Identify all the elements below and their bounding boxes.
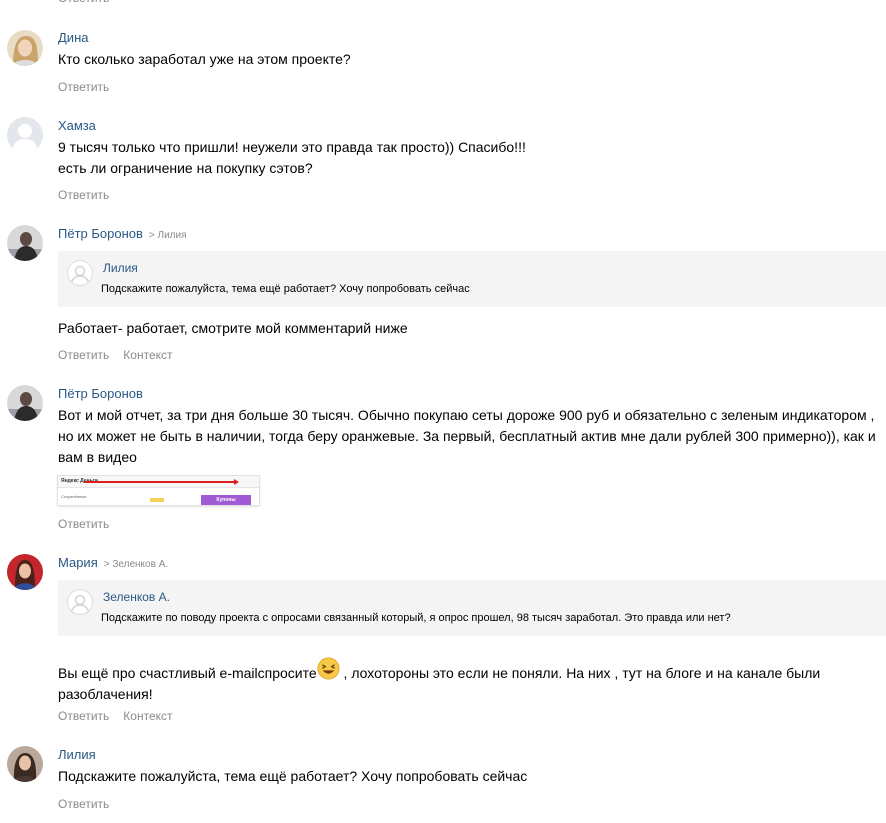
context-link[interactable]: Контекст — [123, 348, 172, 362]
screenshot-indicator — [150, 498, 164, 502]
comment-text: 9 тысяч только что пришли! неужели это п… — [58, 139, 526, 155]
comment-text: есть ли ограничение на покупку сэтов? — [58, 160, 313, 176]
avatar[interactable] — [7, 746, 43, 782]
comment-author-name[interactable]: Мария — [58, 555, 98, 570]
quoted-comment[interactable]: Зеленков А. Подскажите по поводу проекта… — [58, 580, 886, 636]
comment-text: Кто сколько заработал уже на этом проект… — [58, 51, 351, 67]
reply-link[interactable]: Ответить — [58, 709, 109, 723]
comment-author[interactable]: Пётр Боронов — [58, 386, 143, 402]
quoted-comment[interactable]: Лилия Подскажите пожалуйста, тема ещё ра… — [58, 251, 886, 307]
reply-to-label[interactable]: > Зеленков А. — [104, 559, 168, 570]
comment-author[interactable]: Пётр Боронов > Лилия — [58, 226, 187, 244]
arrow-icon — [84, 481, 236, 483]
reply-link[interactable]: Ответить — [58, 348, 109, 362]
comment-author-name[interactable]: Пётр Боронов — [58, 226, 143, 241]
quote-author[interactable]: Зеленков А. — [103, 590, 170, 604]
attached-screenshot[interactable]: Яндекс Деньги Сохранённые Купоны — [58, 476, 259, 505]
reply-to-label[interactable]: > Лилия — [149, 230, 187, 241]
quote-text: Подскажите по поводу проекта с опросами … — [101, 612, 731, 624]
comment-author[interactable]: Лилия — [58, 747, 96, 763]
comment-author[interactable]: Хамза — [58, 118, 96, 134]
reply-link[interactable]: Ответить — [58, 188, 109, 202]
context-link[interactable]: Контекст — [123, 709, 172, 723]
quote-avatar — [67, 589, 93, 615]
reply-link[interactable]: Ответить — [58, 517, 109, 531]
avatar[interactable] — [7, 554, 43, 590]
screenshot-text: Сохранённые — [61, 494, 87, 499]
comment-actions: Ответить — [58, 517, 123, 531]
comment-text: Подскажите пожалуйста, тема ещё работает… — [58, 768, 528, 784]
comment-author[interactable]: Мария > Зеленков А. — [58, 555, 168, 573]
reply-link-cropped[interactable]: Ответить — [58, 0, 109, 5]
avatar[interactable] — [7, 225, 43, 261]
laughing-emoji-icon — [317, 657, 340, 680]
arrowhead-icon — [234, 479, 239, 485]
comment-author[interactable]: Дина — [58, 30, 88, 46]
comment-actions: Ответить — [58, 797, 123, 811]
screenshot-button: Купоны — [201, 495, 251, 505]
comment-actions: Ответить Контекст — [58, 348, 187, 362]
avatar[interactable] — [7, 385, 43, 421]
comment-text: Работает- работает, смотрите мой коммент… — [58, 320, 408, 336]
quote-text: Подскажите пожалуйста, тема ещё работает… — [101, 283, 470, 295]
reply-link[interactable]: Ответить — [58, 797, 109, 811]
comment-actions: Ответить — [58, 80, 123, 94]
comment-actions: Ответить Контекст — [58, 709, 187, 723]
quote-avatar — [67, 260, 93, 286]
reply-link[interactable]: Ответить — [58, 80, 109, 94]
comment-text: Вот и мой отчет, за три дня больше 30 ты… — [58, 407, 876, 465]
quote-author[interactable]: Лилия — [103, 261, 138, 275]
comment-actions: Ответить — [58, 188, 123, 202]
avatar[interactable] — [7, 30, 43, 66]
comment-text: Вы ещё про счастливый e-mailспросите , л… — [58, 657, 846, 705]
comment-text-part: Вы ещё про счастливый e-mailспросите — [58, 665, 317, 681]
avatar[interactable] — [7, 117, 43, 153]
